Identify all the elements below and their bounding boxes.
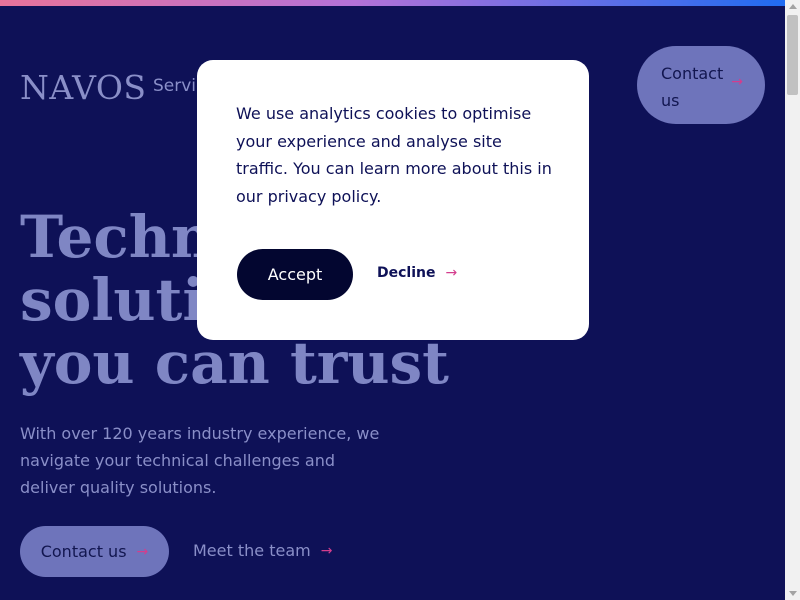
vertical-scrollbar[interactable] — [785, 0, 800, 600]
cookie-message: We use analytics cookies to optimise you… — [236, 104, 552, 206]
hero-contact-button[interactable]: Contact us → — [20, 526, 169, 577]
page: NAVOS Servic Contact us → Techno solutio… — [0, 6, 785, 600]
scrollbar-thumb[interactable] — [787, 15, 798, 95]
scroll-down-arrow-icon[interactable] — [789, 591, 797, 596]
meet-the-team-label: Meet the team — [193, 541, 311, 560]
navos-logo[interactable]: NAVOS — [20, 68, 146, 107]
header-contact-label: Contact us — [661, 64, 724, 110]
arrow-right-icon: → — [136, 543, 149, 560]
arrow-right-icon: → — [731, 74, 743, 90]
cookie-consent-modal: We use analytics cookies to optimise you… — [197, 60, 589, 340]
scroll-up-arrow-icon[interactable] — [789, 4, 797, 9]
decline-cookies-button[interactable]: Decline → — [377, 265, 457, 281]
header-contact-button[interactable]: Contact us → — [637, 46, 765, 124]
hero-subtitle: With over 120 years industry experience,… — [20, 424, 380, 497]
arrow-right-icon: → — [445, 265, 458, 281]
decline-label: Decline — [377, 265, 436, 281]
meet-the-team-link[interactable]: Meet the team → — [193, 541, 332, 560]
hero-title-line-3: you can trust — [20, 329, 449, 397]
accept-cookies-button[interactable]: Accept — [237, 249, 353, 300]
arrow-right-icon: → — [320, 542, 333, 559]
hero-contact-label: Contact us — [40, 542, 127, 561]
